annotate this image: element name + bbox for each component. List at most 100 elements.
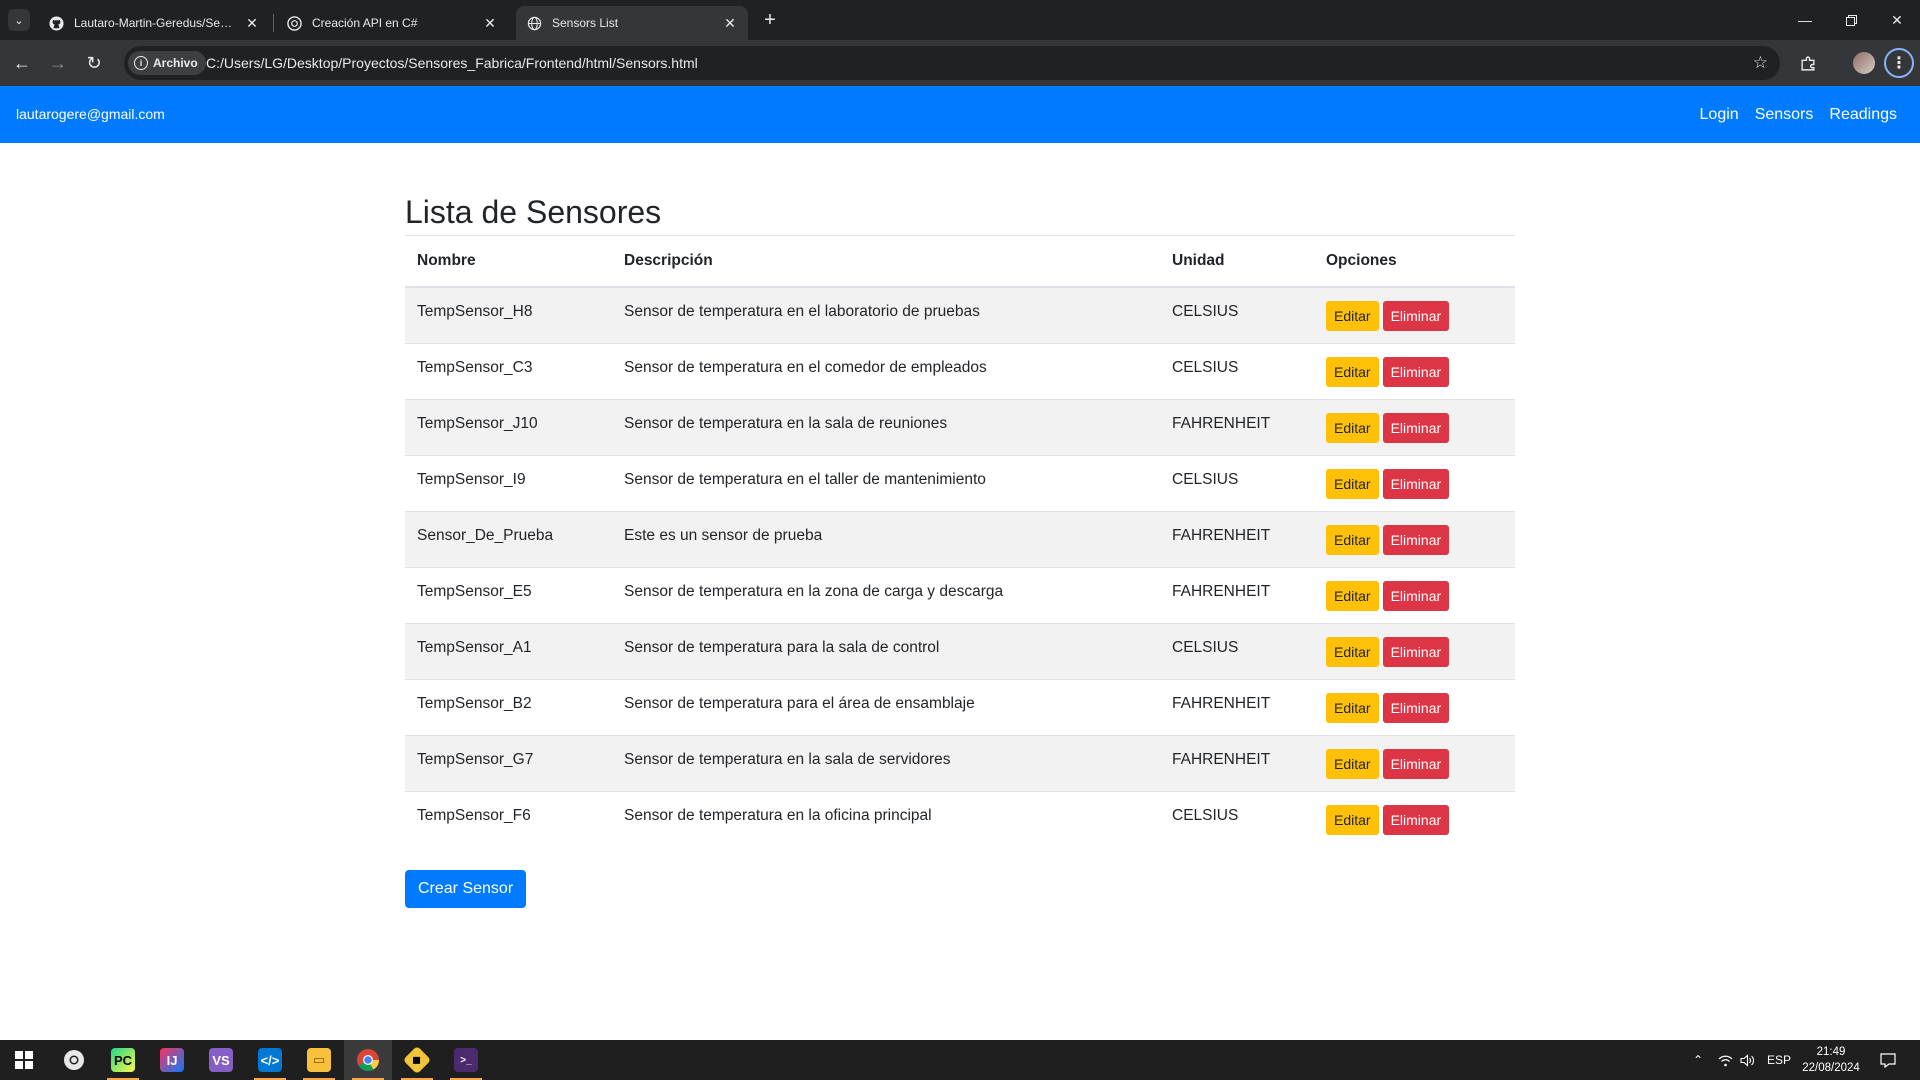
windows-taskbar: PC IJ VS </> ▭ ◆ >_ ⌃ ESP 21:49 22/08/20… bbox=[0, 1040, 1920, 1080]
row-actions: Editar Eliminar bbox=[1326, 680, 1503, 723]
sensor-description-cell-text: Sensor de temperatura en la sala de serv… bbox=[624, 750, 951, 768]
edit-sensor-button[interactable]: Editar bbox=[1326, 468, 1379, 499]
nav-link-readings[interactable]: Readings bbox=[1829, 106, 1897, 124]
vscode-icon[interactable]: </> bbox=[246, 1040, 294, 1080]
edit-sensor-button[interactable]: Editar bbox=[1326, 748, 1379, 779]
intellij-icon[interactable]: IJ bbox=[148, 1040, 196, 1080]
nav-link-sensors[interactable]: Sensors bbox=[1755, 106, 1814, 124]
pycharm-icon[interactable]: PC bbox=[99, 1040, 147, 1080]
clock-date: 22/08/2024 bbox=[1802, 1062, 1860, 1074]
sensor-name-cell-text: Sensor_De_Prueba bbox=[417, 526, 554, 544]
bookmark-star-icon[interactable]: ☆ bbox=[1753, 53, 1768, 73]
terminal-icon[interactable]: >_ bbox=[442, 1040, 490, 1080]
browser-tab-github[interactable]: Lautaro-Martin-Geredus/Sensores_Fabrica … bbox=[38, 6, 270, 40]
windows-start-icon[interactable] bbox=[0, 1040, 48, 1080]
notifications-icon[interactable] bbox=[1880, 1040, 1896, 1080]
chevron-up-icon[interactable]: ⌃ bbox=[1693, 1040, 1703, 1080]
edit-sensor-button[interactable]: Editar bbox=[1326, 804, 1379, 835]
tab-title: Lautaro-Martin-Geredus/Sensores_Fabrica bbox=[74, 16, 238, 30]
git-icon[interactable]: ◆ bbox=[393, 1040, 441, 1080]
volume-icon[interactable] bbox=[1740, 1040, 1755, 1080]
sensor-description-cell: Sensor de temperatura en el laboratorio … bbox=[612, 286, 1160, 343]
delete-sensor-button[interactable]: Eliminar bbox=[1382, 580, 1450, 611]
main-content: Lista de Sensores Nombre Descripción Uni… bbox=[405, 190, 1515, 908]
sensor-options-cell: Editar Eliminar bbox=[1314, 286, 1515, 343]
edit-sensor-button[interactable]: Editar bbox=[1326, 580, 1379, 611]
forward-arrow-icon[interactable]: → bbox=[46, 51, 70, 75]
sensor-unit-cell: FAHRENHEIT bbox=[1160, 566, 1314, 623]
network-icon[interactable] bbox=[1718, 1040, 1733, 1080]
browser-tab-chatgpt[interactable]: Creación API en C# ✕ bbox=[276, 6, 508, 40]
sensor-description-cell: Sensor de temperatura en la zona de carg… bbox=[612, 566, 1160, 623]
visual-studio-icon[interactable]: VS bbox=[197, 1040, 245, 1080]
delete-sensor-button[interactable]: Eliminar bbox=[1382, 412, 1450, 443]
table-row: TempSensor_J10 Sensor de temperatura en l… bbox=[405, 398, 1515, 455]
sensors-table: Nombre Descripción Unidad Opciones TempS… bbox=[405, 236, 1515, 847]
edit-sensor-button[interactable]: Editar bbox=[1326, 301, 1379, 331]
minimize-icon[interactable]: — bbox=[1782, 0, 1828, 40]
row-actions: Editar Eliminar bbox=[1326, 568, 1503, 611]
profile-avatar[interactable] bbox=[1853, 52, 1875, 74]
chrome-icon[interactable] bbox=[344, 1040, 392, 1080]
user-email: lautarogere@gmail.com bbox=[16, 106, 165, 122]
address-bar[interactable]: i Archivo C:/Users/LG/Desktop/Proyectos/… bbox=[124, 46, 1780, 80]
clock[interactable]: 21:49 22/08/2024 bbox=[1796, 1044, 1866, 1076]
back-arrow-icon[interactable]: ← bbox=[10, 51, 34, 75]
edit-sensor-button[interactable]: Editar bbox=[1326, 692, 1379, 723]
sensor-unit-cell: CELSIUS bbox=[1160, 286, 1314, 343]
table-row: TempSensor_C3 Sensor de temperatura en el… bbox=[405, 342, 1515, 399]
site-info-chip[interactable]: i Archivo bbox=[128, 51, 206, 75]
extensions-puzzle-icon[interactable] bbox=[1796, 51, 1820, 75]
table-header-row: Nombre Descripción Unidad Opciones bbox=[405, 236, 1515, 288]
kebab-menu-icon[interactable]: ⋮ bbox=[1884, 48, 1914, 78]
new-tab-icon[interactable]: + bbox=[758, 8, 782, 32]
sensor-options-cell: Editar Eliminar bbox=[1314, 790, 1515, 847]
delete-sensor-button[interactable]: Eliminar bbox=[1382, 468, 1450, 499]
tab-search-dropdown-icon[interactable]: ⌄ bbox=[8, 9, 30, 31]
sensor-description-cell-text: Sensor de temperatura para el área de en… bbox=[624, 694, 975, 712]
delete-sensor-button[interactable]: Eliminar bbox=[1382, 748, 1450, 779]
sensor-description-cell-text: Sensor de temperatura en la zona de carg… bbox=[624, 582, 1004, 600]
chrome-canary-icon[interactable] bbox=[50, 1040, 98, 1080]
table-body: TempSensor_H8 Sensor de temperatura en el… bbox=[405, 286, 1515, 847]
nav-link-login[interactable]: Login bbox=[1700, 106, 1739, 124]
table-row: TempSensor_H8 Sensor de temperatura en el… bbox=[405, 286, 1515, 343]
delete-sensor-button[interactable]: Eliminar bbox=[1382, 524, 1450, 555]
delete-sensor-button[interactable]: Eliminar bbox=[1382, 636, 1450, 667]
close-icon[interactable]: ✕ bbox=[722, 15, 738, 31]
openai-icon bbox=[286, 15, 302, 31]
table-row: TempSensor_G7 Sensor de temperatura en la… bbox=[405, 734, 1515, 791]
sensor-unit-cell: FAHRENHEIT bbox=[1160, 734, 1314, 791]
close-icon[interactable]: ✕ bbox=[482, 15, 498, 31]
edit-sensor-button[interactable]: Editar bbox=[1326, 524, 1379, 555]
sensor-unit-cell: CELSIUS bbox=[1160, 622, 1314, 679]
edit-sensor-button[interactable]: Editar bbox=[1326, 412, 1379, 443]
edit-sensor-button[interactable]: Editar bbox=[1326, 636, 1379, 667]
restore-icon[interactable] bbox=[1828, 0, 1874, 40]
sensor-unit-cell-text: CELSIUS bbox=[1172, 358, 1239, 376]
url-text[interactable]: C:/Users/LG/Desktop/Proyectos/Sensores_F… bbox=[206, 55, 698, 71]
sensor-name-cell: TempSensor_B2 bbox=[405, 678, 612, 735]
file-explorer-icon[interactable]: ▭ bbox=[295, 1040, 343, 1080]
delete-sensor-button[interactable]: Eliminar bbox=[1382, 356, 1450, 387]
column-header-name: Nombre bbox=[405, 236, 612, 288]
browser-tab-sensors-list[interactable]: Sensors List ✕ bbox=[516, 6, 748, 40]
sensor-unit-cell-text: CELSIUS bbox=[1172, 638, 1239, 656]
delete-sensor-button[interactable]: Eliminar bbox=[1382, 804, 1450, 835]
language-indicator[interactable]: ESP bbox=[1767, 1040, 1791, 1080]
sensor-options-cell: Editar Eliminar bbox=[1314, 566, 1515, 623]
table-row: TempSensor_B2 Sensor de temperatura para … bbox=[405, 678, 1515, 735]
delete-sensor-button[interactable]: Eliminar bbox=[1382, 301, 1450, 331]
sensor-description-cell-text: Sensor de temperatura para la sala de co… bbox=[624, 638, 940, 656]
delete-sensor-button[interactable]: Eliminar bbox=[1382, 692, 1450, 723]
window-close-icon[interactable]: ✕ bbox=[1874, 0, 1920, 40]
browser-toolbar: ← → ↻ i Archivo C:/Users/LG/Desktop/Proy… bbox=[0, 40, 1920, 86]
site-chip-label: Archivo bbox=[153, 56, 198, 70]
close-icon[interactable]: ✕ bbox=[244, 15, 260, 31]
sensor-unit-cell-text: FAHRENHEIT bbox=[1172, 694, 1271, 712]
tab-title: Sensors List bbox=[552, 16, 619, 30]
sensor-options-cell: Editar Eliminar bbox=[1314, 342, 1515, 399]
create-sensor-button[interactable]: Crear Sensor bbox=[405, 870, 527, 908]
reload-icon[interactable]: ↻ bbox=[82, 51, 106, 75]
edit-sensor-button[interactable]: Editar bbox=[1326, 356, 1379, 387]
